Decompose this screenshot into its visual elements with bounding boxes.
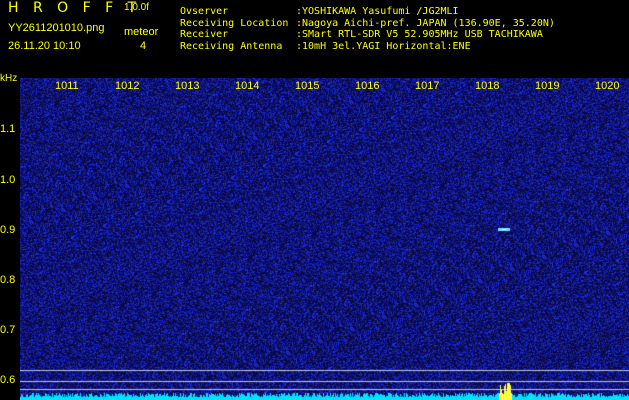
info-value: :Nagoya Aichi-pref. JAPAN (136.90E, 35.2… [296, 17, 555, 29]
x-tick-label: 1016 [355, 80, 380, 92]
x-tick-label: 1018 [475, 80, 500, 92]
x-tick-label: 1020 [595, 80, 620, 92]
app-title: H R O F F T [8, 0, 142, 16]
x-tick-label: 1015 [295, 80, 320, 92]
y-tick-label: 0.8 [0, 274, 16, 286]
info-key: Receiving Antenna [180, 40, 283, 52]
info-key: Ovserver [180, 6, 229, 17]
x-tick-label: 1013 [175, 80, 200, 92]
meteor-count-label: meteor [124, 26, 159, 38]
x-tick-label: 1011 [55, 80, 79, 92]
app-version: 1.0.0f [124, 2, 150, 13]
info-row-observer: Ovserver :YOSHIKAWA Yasufumi /JG2MLI [180, 6, 555, 18]
y-tick-label: 1.1 [0, 123, 16, 135]
filename-label: YY2611201010.png [8, 22, 105, 34]
y-tick-label: 1.0 [0, 174, 16, 186]
info-value: :SMart RTL-SDR V5 52.905MHz USB TACHIKAW… [296, 29, 543, 41]
x-tick-label: 1019 [535, 80, 560, 92]
y-tick-label: 0.9 [0, 224, 16, 236]
y-tick-label: 0.7 [0, 324, 16, 336]
station-info: Ovserver :YOSHIKAWA Yasufumi /JG2MLI Rec… [180, 6, 555, 52]
info-row-antenna: Receiving Antenna :10mH 3el.YAGI Horizon… [180, 41, 555, 53]
x-tick-label: 1017 [415, 80, 440, 92]
x-tick-label: 1012 [115, 80, 140, 92]
info-key: Receiving Location [180, 17, 289, 29]
x-tick-label: 1014 [235, 80, 260, 92]
spectrogram-panel [20, 78, 629, 400]
y-tick-label: 0.6 [0, 374, 16, 386]
info-key: Receiver [180, 29, 229, 41]
meteor-count-value: 4 [140, 40, 147, 52]
info-value: :YOSHIKAWA Yasufumi /JG2MLI [296, 6, 459, 17]
info-row-receiver: Receiver :SMart RTL-SDR V5 52.905MHz USB… [180, 29, 555, 41]
info-value: :10mH 3el.YAGI Horizontal:ENE [296, 40, 471, 52]
spectrogram-canvas [20, 78, 629, 400]
capture-datetime: 26.11.20 10:10 [8, 40, 81, 52]
info-row-location: Receiving Location :Nagoya Aichi-pref. J… [180, 18, 555, 30]
y-axis-unit: kHz [0, 73, 18, 84]
